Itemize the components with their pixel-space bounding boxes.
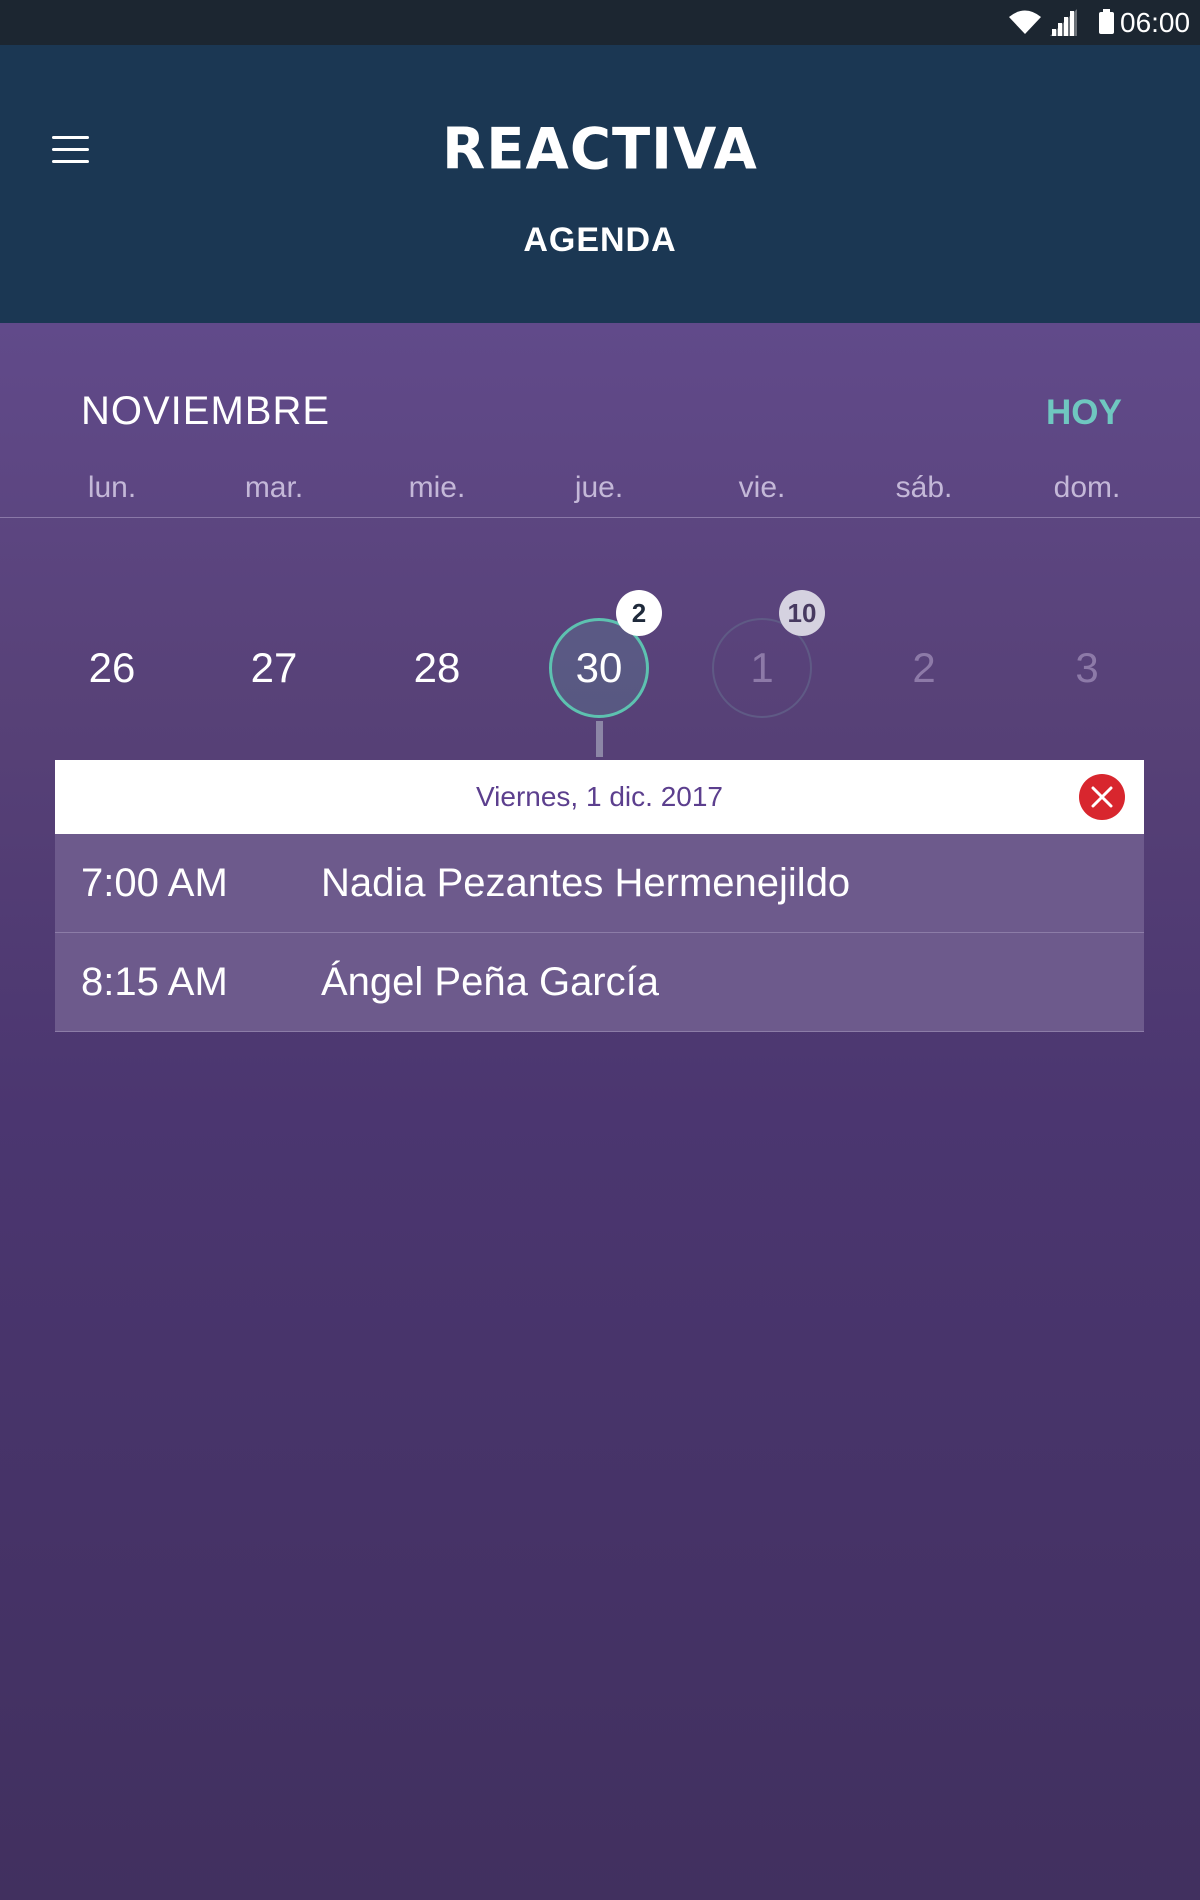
divider	[0, 517, 1200, 518]
week-days-row: 26 27 28 30 2 1 10 2 3	[0, 590, 1200, 718]
day-number: 2	[912, 644, 936, 691]
weekday-label: sáb.	[895, 471, 953, 504]
day-cell[interactable]: 28	[356, 618, 518, 718]
appointment-time: 8:15 AM	[81, 960, 228, 1004]
weekday-label: mie.	[408, 471, 466, 504]
close-button[interactable]	[1079, 774, 1125, 820]
day-panel-date: Viernes, 1 dic. 2017	[476, 781, 723, 812]
app-header: REACTIVA AGENDA	[0, 45, 1200, 323]
weekday-label: jue.	[574, 471, 624, 504]
appointment-patient-name: Ángel Peña García	[321, 960, 659, 1004]
day-cell[interactable]: 3	[1006, 618, 1168, 718]
day-cell-selected[interactable]: 30 2	[518, 590, 680, 718]
appointment-list: 7:00 AM Nadia Pezantes Hermenejildo 8:15…	[55, 834, 1144, 1032]
today-button[interactable]: HOY	[1046, 391, 1122, 435]
appointment-patient-name: Nadia Pezantes Hermenejildo	[321, 861, 851, 905]
close-icon	[1091, 786, 1113, 808]
weekday-label: dom.	[1053, 471, 1121, 504]
page-title: AGENDA	[523, 221, 677, 259]
day-panel-connector	[596, 721, 603, 757]
appointment-row[interactable]: 8:15 AM Ángel Peña García	[55, 933, 1144, 1032]
appointment-count-badge: 2	[616, 590, 662, 636]
status-bar: 06:00	[0, 0, 1200, 45]
day-number: 3	[1075, 644, 1099, 691]
day-number: 26	[88, 644, 136, 691]
weekday-header: lun. mar. mie. jue. vie. sáb. dom.	[0, 468, 1200, 508]
weekday-label: vie.	[738, 471, 786, 504]
screen: 06:00 REACTIVA AGENDA NOVIEMBRE HOY lun.…	[0, 0, 1200, 1900]
day-cell[interactable]: 2	[843, 618, 1005, 718]
day-number: 1	[750, 644, 774, 691]
signal-icon	[1050, 9, 1077, 36]
day-number: 27	[250, 644, 298, 691]
status-time: 06:00	[1120, 7, 1191, 38]
wifi-icon	[1009, 10, 1041, 34]
agenda-main: NOVIEMBRE HOY lun. mar. mie. jue. vie. s…	[0, 323, 1200, 1900]
day-cell[interactable]: 26	[31, 618, 193, 718]
appointment-row[interactable]: 7:00 AM Nadia Pezantes Hermenejildo	[55, 834, 1144, 933]
day-number: 28	[413, 644, 461, 691]
day-cell-active[interactable]: 1 10	[681, 590, 843, 718]
app-logo: REACTIVA	[442, 116, 758, 183]
weekday-label: lun.	[87, 471, 137, 504]
day-cell[interactable]: 27	[193, 618, 355, 718]
day-panel-header: Viernes, 1 dic. 2017	[55, 760, 1144, 834]
appointment-time: 7:00 AM	[81, 861, 228, 905]
hamburger-menu-icon[interactable]	[52, 136, 89, 164]
battery-icon	[1099, 9, 1114, 34]
appointment-count-badge: 10	[779, 590, 825, 636]
weekday-label: mar.	[244, 471, 304, 504]
month-label: NOVIEMBRE	[81, 389, 331, 433]
day-number: 30	[575, 644, 623, 691]
